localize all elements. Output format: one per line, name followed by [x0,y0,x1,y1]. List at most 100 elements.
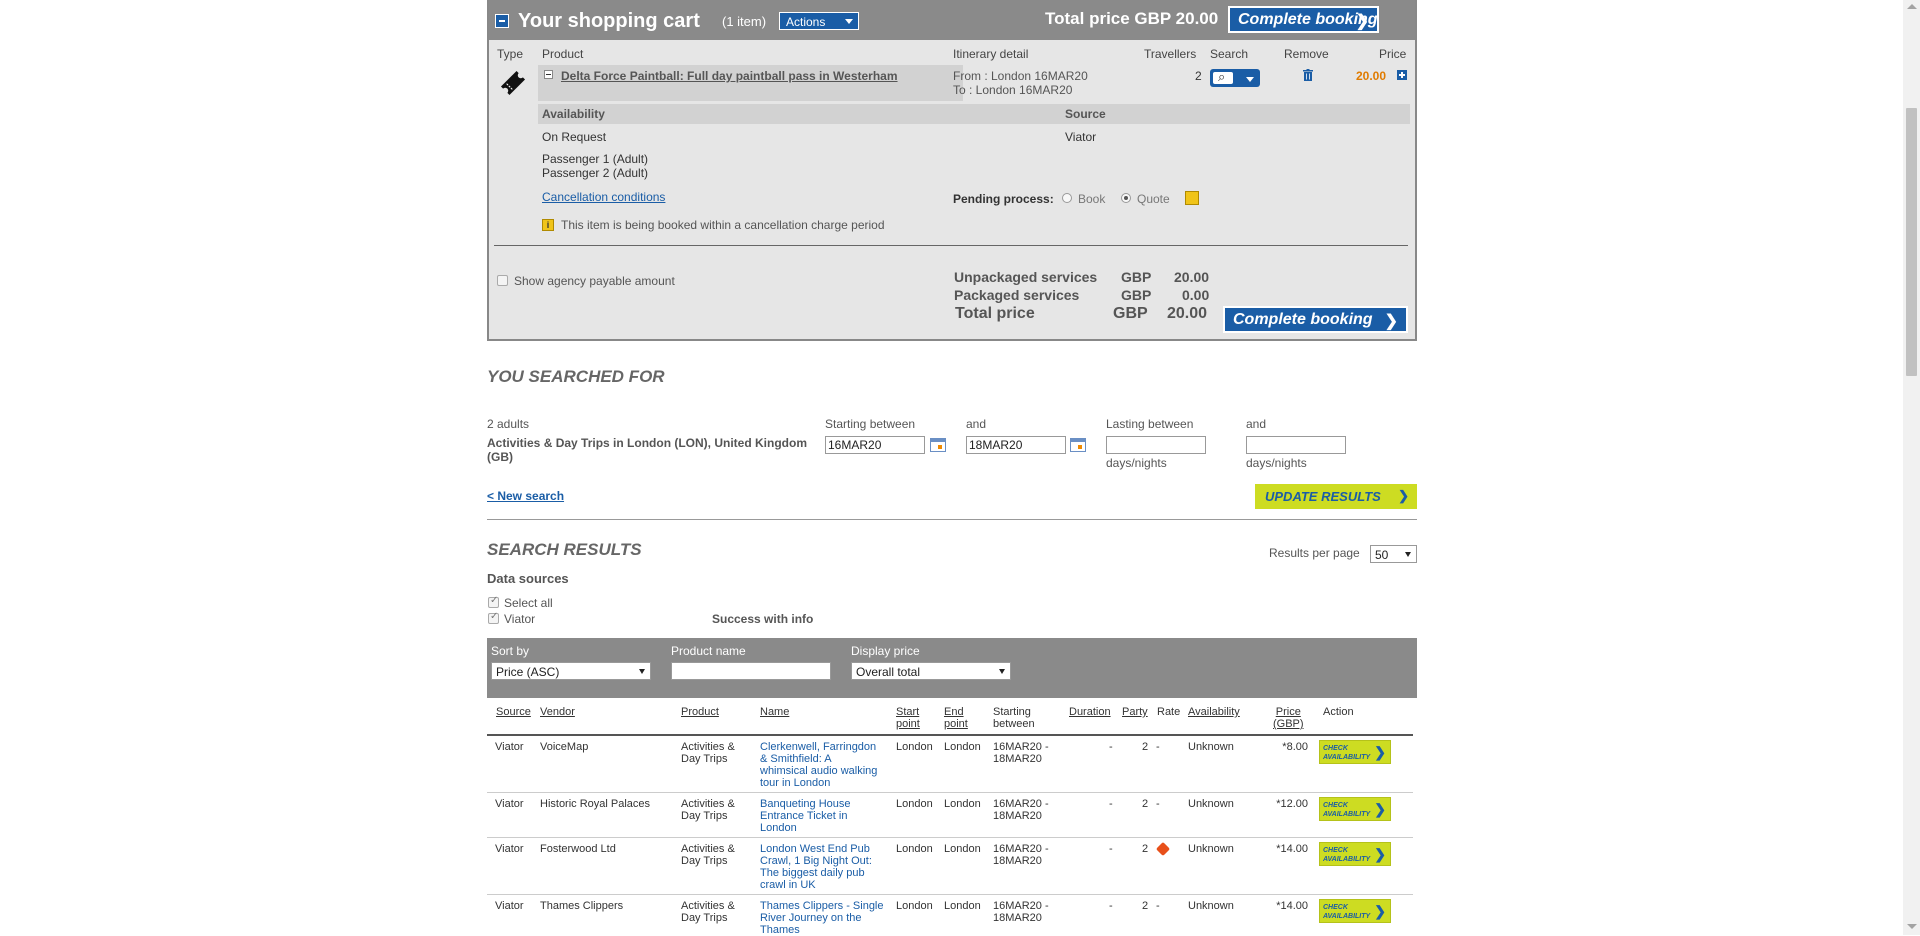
th-price[interactable]: Price (GBP) [1273,706,1304,730]
cell-availability: Unknown [1188,900,1234,912]
select-all-checkbox[interactable] [488,595,499,608]
cell-duration: - [1109,900,1113,912]
itinerary-to: To : London 16MAR20 [953,83,1073,97]
check-availability-button[interactable]: CHECK AVAILABILITY ❯ [1319,797,1391,821]
packaged-currency: GBP [1121,287,1152,303]
cell-name[interactable]: Thames Clippers - Single River Journey o… [760,900,884,936]
th-vendor[interactable]: Vendor [540,706,575,718]
starting-between-label: Starting between [825,417,916,431]
name-line-3[interactable]: Thames [760,924,800,936]
cell-product-2: Day Trips [681,912,728,924]
name-line-2[interactable]: River Journey on the [760,912,862,924]
scroll-up-icon[interactable] [1907,4,1917,9]
process-edit-icon[interactable] [1185,191,1199,205]
cell-product-2: Day Trips [681,753,728,765]
section-divider [487,519,1417,520]
lasting-max-input[interactable] [1246,436,1346,454]
th-price-2: (GBP) [1273,718,1304,730]
name-line-3[interactable]: The biggest daily pub [760,867,865,879]
name-line-2[interactable]: Crawl, 1 Big Night Out: [760,855,872,867]
th-end-point[interactable]: End point [944,706,968,730]
th-product[interactable]: Product [681,706,719,718]
cell-duration: - [1109,843,1113,855]
name-line-1[interactable]: Clerkenwell, Farringdon [760,741,876,753]
display-price-select[interactable]: Overall total [851,662,1011,680]
cell-name[interactable]: Clerkenwell, Farringdon & Smithfield: A … [760,741,877,789]
th-starting-between-2: between [993,718,1035,730]
name-line-4[interactable]: tour in London [760,777,830,789]
chevron-right-icon: ❯ [1398,488,1409,503]
complete-booking-button-top[interactable]: Complete booking ❯ [1228,6,1379,33]
filter-bar: Sort by Price (ASC) Product name Display… [487,638,1417,698]
cancellation-conditions-link[interactable]: Cancellation conditions [542,190,665,204]
name-line-3[interactable]: London [760,822,797,834]
item-search-button[interactable] [1210,69,1260,87]
actions-dropdown[interactable]: Actions [779,12,859,30]
calendar-icon[interactable] [1070,438,1086,452]
th-party[interactable]: Party [1122,706,1148,718]
results-per-page-select[interactable]: 50 [1370,545,1417,563]
th-end-point-1: End [944,706,964,718]
cell-starting-between: 16MAR20 - 18MAR20 [993,741,1049,765]
cell-start: London [896,900,933,912]
product-name-input[interactable] [671,662,831,680]
end-date-input[interactable] [966,436,1066,454]
product-name-link[interactable]: Delta Force Paintball: Full day paintbal… [561,69,898,83]
th-source[interactable]: Source [496,706,531,718]
summary-total-value: 20.00 [1167,305,1208,322]
cancellation-warning: This item is being booked within a cance… [561,218,885,232]
lasting-min-input[interactable] [1106,436,1206,454]
th-action: Action [1323,706,1354,718]
name-line-1[interactable]: London West End Pub [760,843,870,855]
book-radio[interactable] [1062,193,1072,203]
expand-price-icon[interactable] [1397,70,1407,80]
cart-item-count: (1 item) [722,14,767,29]
name-line-3[interactable]: whimsical audio walking [760,765,877,777]
cell-starting-between: 16MAR20 - 18MAR20 [993,798,1049,822]
new-search-link[interactable]: < New search [487,489,564,503]
viator-label: Viator [504,612,536,626]
lasting-between-label: Lasting between [1106,417,1194,431]
collapse-item-button[interactable] [544,70,553,79]
collapse-cart-button[interactable] [495,14,509,28]
name-line-2[interactable]: Entrance Ticket in [760,810,847,822]
check-availability-label: CHECK AVAILABILITY [1323,904,1371,920]
name-line-1[interactable]: Banqueting House [760,798,851,810]
check-availability-button[interactable]: CHECK AVAILABILITY ❯ [1319,740,1391,764]
viator-checkbox[interactable] [488,611,499,624]
sb-line-2: 18MAR20 [993,810,1042,822]
cart-title: Your shopping cart [518,10,700,32]
sort-by-select[interactable]: Price (ASC) [491,662,651,680]
th-start-point[interactable]: Start point [896,706,920,730]
th-duration[interactable]: Duration [1069,706,1111,718]
th-availability[interactable]: Availability [1188,706,1240,718]
check-availability-button[interactable]: CHECK AVAILABILITY ❯ [1319,899,1391,923]
unpackaged-currency: GBP [1121,269,1152,285]
cell-party: 2 [1142,741,1149,753]
tag-icon[interactable] [1155,841,1171,857]
chevron-down-icon [639,669,645,674]
cell-vendor: Historic Royal Palaces [540,798,651,810]
cell-price: *8.00 [1282,741,1308,753]
trash-icon[interactable] [1303,69,1313,81]
scrollbar-thumb[interactable] [1906,108,1917,376]
start-date-input[interactable] [825,436,925,454]
th-name[interactable]: Name [760,706,789,718]
update-results-button[interactable]: UPDATE RESULTS ❯ [1255,484,1417,509]
source-status: Success with info [712,612,814,626]
name-line-2[interactable]: & Smithfield: A [760,753,832,765]
name-line-1[interactable]: Thames Clippers - Single [760,900,884,912]
quote-radio[interactable] [1121,193,1131,203]
scroll-down-icon[interactable] [1907,924,1917,929]
complete-booking-button-bottom[interactable]: Complete booking ❯ [1223,306,1408,333]
show-agency-checkbox[interactable] [497,275,508,286]
cell-name[interactable]: London West End Pub Crawl, 1 Big Night O… [760,843,872,891]
sb-line-2: 18MAR20 [993,753,1042,765]
cell-source: Viator [495,798,524,810]
check-availability-button[interactable]: CHECK AVAILABILITY ❯ [1319,842,1391,866]
calendar-icon[interactable] [930,438,946,452]
name-line-4[interactable]: crawl in UK [760,879,816,891]
cell-name[interactable]: Banqueting House Entrance Ticket in Lond… [760,798,851,834]
cell-product: Activities & Day Trips [681,843,735,867]
show-agency-label: Show agency payable amount [514,274,675,288]
